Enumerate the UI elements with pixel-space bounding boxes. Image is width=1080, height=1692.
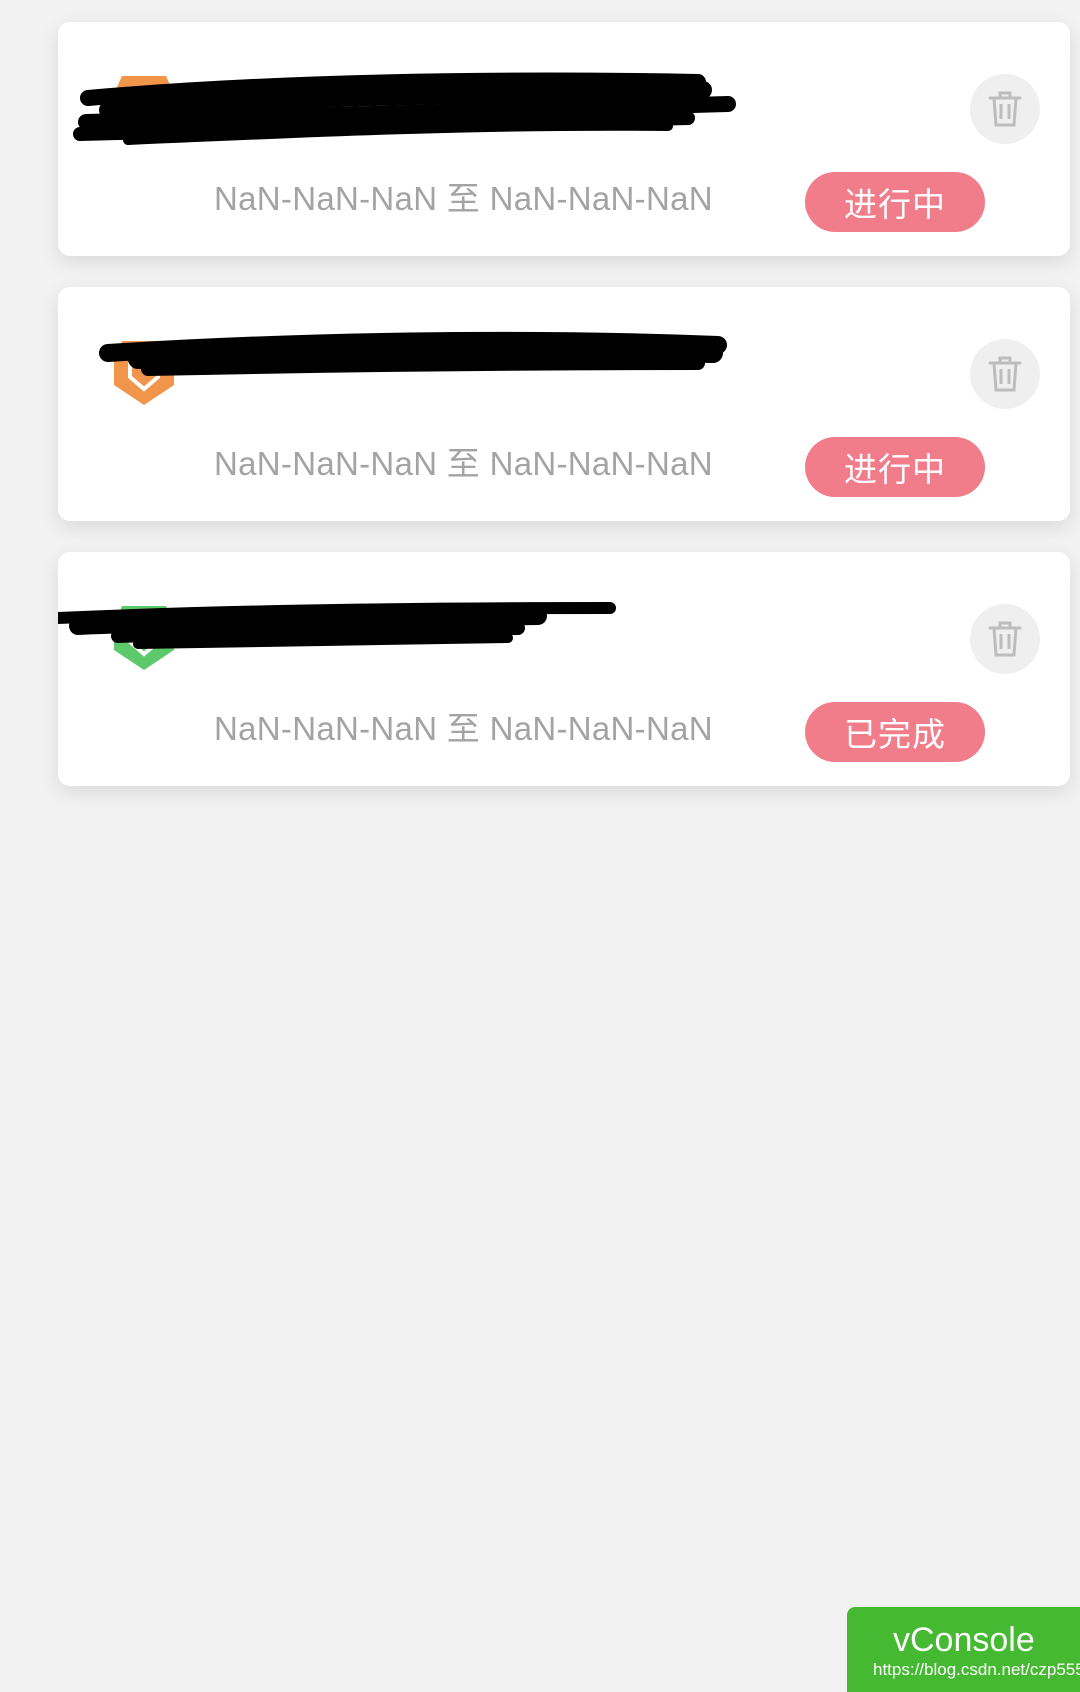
delete-button[interactable] (970, 604, 1040, 674)
task-card[interactable]: NaN-NaN-NaN 至 NaN-NaN-NaN 已完成 (58, 552, 1070, 786)
redacted-title (73, 72, 736, 145)
status-badge: 进行中 (805, 172, 985, 232)
status-badge: 进行中 (805, 437, 985, 497)
date-range: NaN-NaN-NaN 至 NaN-NaN-NaN (214, 180, 713, 217)
trash-icon (988, 621, 1022, 657)
delete-button[interactable] (970, 339, 1040, 409)
task-card[interactable]: NaN-NaN-NaN 至 NaN-NaN-NaN 进行中 (58, 22, 1070, 256)
status-badge: 已完成 (805, 702, 985, 762)
date-range: NaN-NaN-NaN 至 NaN-NaN-NaN (214, 445, 713, 482)
trash-icon (988, 91, 1022, 127)
date-range: NaN-NaN-NaN 至 NaN-NaN-NaN (214, 710, 713, 747)
redacted-title (99, 331, 727, 376)
trash-icon (988, 356, 1022, 392)
redacted-title (58, 602, 616, 649)
task-card[interactable]: NaN-NaN-NaN 至 NaN-NaN-NaN 进行中 (58, 287, 1070, 521)
watermark: https://blog.csdn.net/czp555 (873, 1660, 1080, 1679)
delete-button[interactable] (970, 74, 1040, 144)
